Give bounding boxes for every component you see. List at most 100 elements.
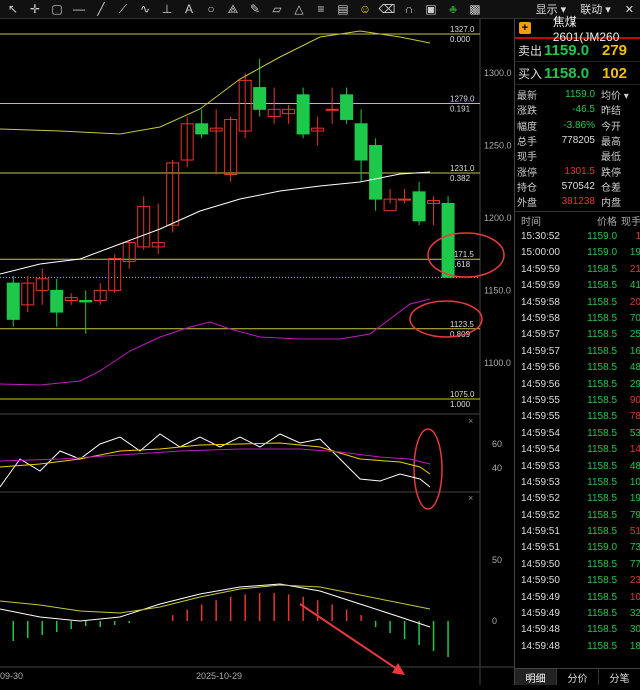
tick-price: 1158.5 bbox=[587, 608, 617, 620]
tick-price: 1158.5 bbox=[587, 280, 617, 292]
parallel-icon[interactable]: ▱ bbox=[266, 0, 288, 18]
tick-row: 14:59:58 1158.5 20 bbox=[515, 294, 640, 310]
tick-time: 14:59:53 bbox=[521, 460, 560, 472]
fib-price-label: 1327.0 bbox=[450, 25, 475, 34]
tick-row: 14:59:51 1159.0 73 bbox=[515, 540, 640, 556]
stat-row: 涨跌 -46.5 昨结 bbox=[517, 102, 640, 117]
ruler-icon[interactable]: ▤ bbox=[332, 0, 354, 18]
tick-volume: 19 bbox=[629, 493, 640, 505]
tick-row: 14:59:53 1158.5 48 bbox=[515, 458, 640, 474]
crosshair-icon[interactable]: ✛ bbox=[24, 0, 46, 18]
tick-price: 1158.5 bbox=[587, 427, 617, 439]
bottom-tabs: 明细 分价 分笔 bbox=[515, 668, 640, 685]
tick-price: 1158.5 bbox=[587, 263, 617, 275]
tick-time: 14:59:50 bbox=[521, 575, 560, 587]
stat-key: 涨停 bbox=[517, 167, 537, 179]
tick-price: 1158.5 bbox=[587, 591, 617, 603]
candle-body bbox=[195, 123, 209, 135]
erase-icon[interactable]: ⌫ bbox=[376, 0, 398, 18]
ind2-tick-label: 50 bbox=[492, 555, 502, 565]
ma-white bbox=[0, 171, 431, 275]
sell-row[interactable]: 卖出 1159.0 279 bbox=[515, 39, 640, 62]
ray-icon[interactable]: ⟋ bbox=[112, 0, 134, 18]
ma-purple bbox=[0, 298, 431, 386]
measure-icon[interactable]: ⊥ bbox=[156, 0, 178, 18]
lock-icon[interactable]: ▣ bbox=[420, 0, 442, 18]
tick-time: 14:59:57 bbox=[521, 329, 560, 341]
buy-row[interactable]: 买入 1158.0 102 bbox=[515, 62, 640, 85]
tab-detail[interactable]: 明细 bbox=[515, 669, 557, 685]
tick-volume: 20 bbox=[629, 296, 640, 308]
tab-price-dist[interactable]: 分价 bbox=[557, 669, 599, 685]
tick-time: 14:59:53 bbox=[521, 476, 560, 488]
tick-volume: 77 bbox=[629, 558, 640, 570]
tick-time: 14:59:49 bbox=[521, 591, 560, 603]
tick-row: 14:59:59 1158.5 41 bbox=[515, 278, 640, 294]
stat-value: 1159.0 bbox=[565, 89, 595, 101]
chart-area[interactable]: 1300.0 1250.0 1200.0 1150.0 1100.0 1327.0 0.00… bbox=[0, 19, 514, 685]
fib-price-label: 1123.5 bbox=[450, 320, 474, 329]
stat-value: 381238 bbox=[561, 196, 595, 208]
stat-key: 现手 bbox=[517, 152, 537, 164]
tick-price: 1158.5 bbox=[587, 378, 617, 390]
circle-icon[interactable]: ○ bbox=[200, 0, 222, 18]
annotation-arrow-line bbox=[299, 603, 401, 672]
candle-body bbox=[398, 198, 412, 201]
tick-row: 14:59:52 1158.5 19 bbox=[515, 491, 640, 507]
hline-icon[interactable]: — bbox=[68, 0, 90, 18]
pen-icon[interactable]: ✎ bbox=[244, 0, 266, 18]
stat-key2: 最低 bbox=[601, 152, 621, 164]
contract-title: 焦煤2601(JM260 bbox=[552, 14, 620, 44]
stat-row: 外盘 381238 内盘 bbox=[517, 194, 640, 209]
channel-icon[interactable]: ╱ bbox=[90, 0, 112, 18]
tick-row: 14:59:48 1158.5 30 bbox=[515, 622, 640, 638]
pic-icon[interactable]: ▩ bbox=[464, 0, 486, 18]
wave-icon[interactable]: ∿ bbox=[134, 0, 156, 18]
fib-price-label: 1075.0 bbox=[450, 390, 475, 399]
ind2-tick-label: 0 bbox=[492, 616, 497, 626]
tick-time: 14:59:51 bbox=[521, 542, 560, 554]
triangle-icon[interactable]: △ bbox=[288, 0, 310, 18]
tick-volume: 79 bbox=[629, 509, 640, 521]
magnet-icon[interactable]: ∩ bbox=[398, 0, 420, 18]
tick-header: 时间 价格 现手 bbox=[515, 211, 640, 228]
stat-value: 778205 bbox=[561, 135, 595, 147]
text-icon[interactable]: A bbox=[178, 0, 200, 18]
add-icon[interactable]: + bbox=[519, 22, 531, 34]
tick-volume: 25 bbox=[629, 329, 640, 341]
fib-icon[interactable]: ≡ bbox=[310, 0, 332, 18]
stat-row: 现手 最低 bbox=[517, 148, 640, 163]
stat-key2: 内盘 bbox=[601, 198, 621, 210]
price-tick-label: 1100.0 bbox=[484, 358, 511, 368]
stat-key: 最新 bbox=[517, 91, 537, 103]
drawing-toolbar: ↖ ✛ ▢ — ╱ ⟋ ∿ ⊥ A ○ ⟁ ✎ ▱ △ ≡ ▤ ☺ ⌫ ∩ ▣ ♣ ▩ 显示 ▾ 联动 ▾ ✕ bbox=[0, 0, 640, 19]
tick-row: 15:00:00 1159.0 19 bbox=[515, 245, 640, 261]
candlestick-chart[interactable]: 1300.0 1250.0 1200.0 1150.0 1100.0 1327.00.00… bbox=[0, 19, 514, 685]
stat-row: 总手 778205 最高 bbox=[517, 133, 640, 148]
emoji-icon[interactable]: ☺ bbox=[354, 0, 376, 18]
tick-time: 14:59:54 bbox=[521, 427, 560, 439]
tick-price: 1158.5 bbox=[587, 526, 617, 538]
candle-body bbox=[340, 94, 354, 120]
tick-time: 14:59:51 bbox=[521, 526, 560, 538]
fan-icon[interactable]: ⟁ bbox=[222, 0, 244, 18]
tick-row: 14:59:52 1158.5 79 bbox=[515, 507, 640, 523]
tick-price: 1158.5 bbox=[587, 444, 617, 456]
xaxis-label-start: 09-30 bbox=[0, 671, 24, 681]
cursor-icon[interactable]: ↖ bbox=[2, 0, 24, 18]
buy-price: 1158.0 bbox=[544, 64, 590, 82]
tab-trades[interactable]: 分笔 bbox=[599, 669, 640, 685]
tick-time: 14:59:52 bbox=[521, 509, 560, 521]
xaxis-label-mid: 2025-10-29 bbox=[196, 671, 243, 681]
tick-volume: 53 bbox=[629, 427, 640, 439]
price-tick-label: 1250.0 bbox=[484, 141, 512, 151]
tick-row: 14:59:58 1158.5 70 bbox=[515, 310, 640, 326]
rect-icon[interactable]: ▢ bbox=[46, 0, 68, 18]
tree-icon[interactable]: ♣ bbox=[442, 0, 464, 18]
tick-volume: 21 bbox=[629, 263, 640, 275]
stat-value: 570542 bbox=[561, 180, 595, 192]
close-ind1-icon: × bbox=[468, 416, 473, 426]
tick-list[interactable]: 15:30:52 1159.0 1 15:00:00 1159.0 19 14:59:59 1… bbox=[515, 228, 640, 654]
annotation-ellipse-3 bbox=[413, 428, 443, 510]
tick-price: 1158.5 bbox=[587, 640, 617, 652]
